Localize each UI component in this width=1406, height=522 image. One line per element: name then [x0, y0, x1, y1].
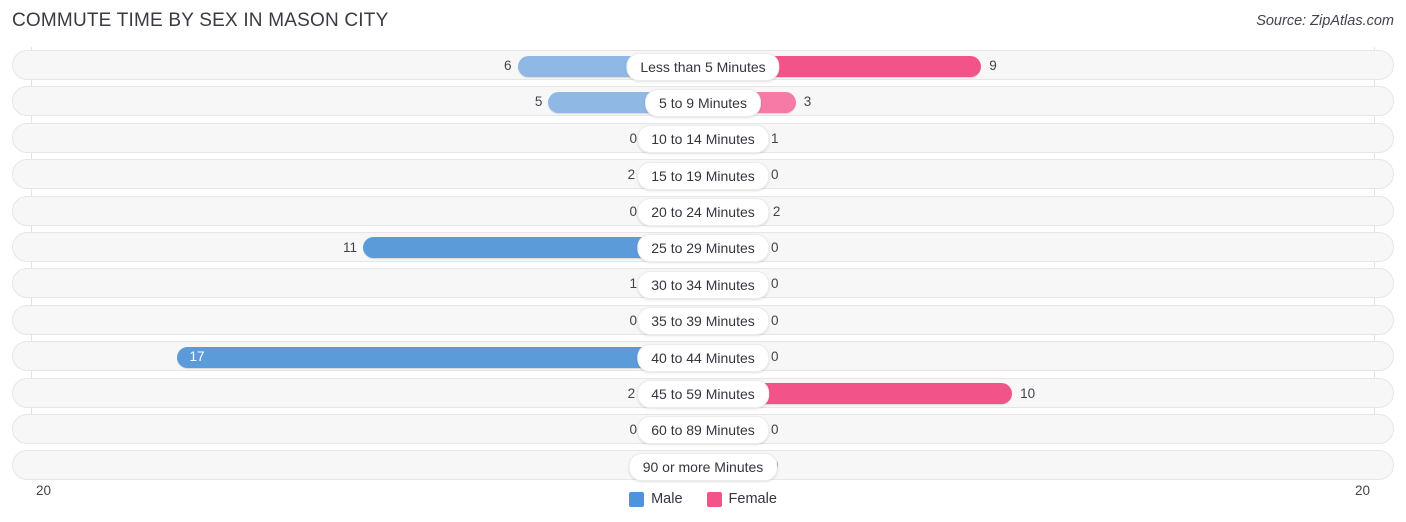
row-bars: 0 0 60 to 89 Minutes — [0, 411, 1406, 447]
bar-value-male: 1 — [629, 276, 637, 292]
bar-value-female: 10 — [1020, 385, 1036, 401]
bar-value-male: 0 — [629, 203, 637, 219]
chart-rows: 6 9 Less than 5 Minutes 5 3 5 to 9 Minutes 0 1 1… — [0, 47, 1406, 484]
bar-value-female: 1 — [771, 130, 779, 146]
legend-label: Female — [728, 491, 777, 507]
category-label: 90 or more Minutes — [628, 452, 778, 481]
bar-male[interactable] — [177, 346, 703, 368]
row-bars: 0 1 10 to 14 Minutes — [0, 120, 1406, 156]
bar-value-female: 0 — [771, 167, 779, 183]
row-bars: 17 0 40 to 44 Minutes — [0, 338, 1406, 374]
bar-value-male: 0 — [629, 421, 637, 437]
table-row: 11 0 25 to 29 Minutes — [0, 229, 1406, 265]
table-row: 17 0 40 to 44 Minutes — [0, 338, 1406, 374]
category-label: 45 to 59 Minutes — [637, 380, 769, 409]
bar-value-female: 2 — [772, 203, 781, 219]
row-bars: 0 2 20 to 24 Minutes — [0, 193, 1406, 229]
bar-value-male: 0 — [629, 312, 637, 328]
legend-item-male[interactable]: Male — [629, 491, 683, 507]
table-row: 2 0 15 to 19 Minutes — [0, 156, 1406, 192]
legend-label: Male — [651, 491, 683, 507]
category-label: 35 to 39 Minutes — [637, 307, 769, 336]
source-attribution: Source: ZipAtlas.com — [1256, 13, 1394, 29]
legend-swatch-icon — [629, 491, 645, 507]
row-bars: 11 0 25 to 29 Minutes — [0, 229, 1406, 265]
bar-value-male: 2 — [627, 385, 636, 401]
chart-legend: Male Female — [0, 485, 1406, 513]
bar-value-female: 9 — [989, 58, 997, 73]
category-label: 60 to 89 Minutes — [637, 416, 769, 445]
page-title: COMMUTE TIME BY SEX IN MASON CITY — [12, 10, 389, 31]
table-row: 6 9 Less than 5 Minutes — [0, 47, 1406, 83]
row-bars: 5 3 5 to 9 Minutes — [0, 83, 1406, 119]
table-row: 0 0 60 to 89 Minutes — [0, 411, 1406, 447]
bar-value-male: 6 — [504, 58, 512, 73]
bar-value-female: 0 — [771, 239, 779, 255]
table-row: 1 0 30 to 34 Minutes — [0, 265, 1406, 301]
category-label: 10 to 14 Minutes — [637, 125, 769, 154]
table-row: 0 1 10 to 14 Minutes — [0, 120, 1406, 156]
legend-item-female[interactable]: Female — [706, 491, 777, 507]
bar-value-female: 0 — [771, 421, 779, 437]
category-label: Less than 5 Minutes — [626, 52, 780, 81]
table-row: 0090 or more Minutes — [0, 447, 1406, 483]
table-row: 5 3 5 to 9 Minutes — [0, 83, 1406, 119]
row-bars: 2 10 45 to 59 Minutes — [0, 375, 1406, 411]
category-label: 5 to 9 Minutes — [645, 88, 761, 117]
bar-value-male: 2 — [627, 167, 636, 183]
bar-value-male: 11 — [342, 239, 357, 255]
bar-value-male: 17 — [189, 349, 205, 365]
bar-value-female: 0 — [771, 349, 779, 365]
category-label: 20 to 24 Minutes — [637, 198, 769, 227]
row-bars: 6 9 Less than 5 Minutes — [0, 47, 1406, 83]
table-row: 2 10 45 to 59 Minutes — [0, 375, 1406, 411]
row-bars: 1 0 30 to 34 Minutes — [0, 265, 1406, 301]
row-bars: 2 0 15 to 19 Minutes — [0, 156, 1406, 192]
bar-value-male: 0 — [629, 130, 637, 146]
legend-swatch-icon — [706, 491, 722, 507]
category-label: 30 to 34 Minutes — [637, 270, 769, 299]
bar-value-female: 0 — [771, 312, 779, 328]
category-label: 25 to 29 Minutes — [637, 234, 769, 263]
row-bars: 0 0 35 to 39 Minutes — [0, 302, 1406, 338]
category-label: 15 to 19 Minutes — [637, 161, 769, 190]
bar-value-female: 0 — [771, 276, 779, 292]
bar-value-male: 5 — [534, 94, 543, 110]
category-label: 40 to 44 Minutes — [637, 343, 769, 372]
row-bars: 0090 or more Minutes — [0, 447, 1406, 483]
bar-value-female: 3 — [803, 94, 812, 110]
table-row: 0 0 35 to 39 Minutes — [0, 302, 1406, 338]
table-row: 0 2 20 to 24 Minutes — [0, 193, 1406, 229]
chart-plot-area: 6 9 Less than 5 Minutes 5 3 5 to 9 Minutes 0 1 1… — [0, 47, 1406, 498]
